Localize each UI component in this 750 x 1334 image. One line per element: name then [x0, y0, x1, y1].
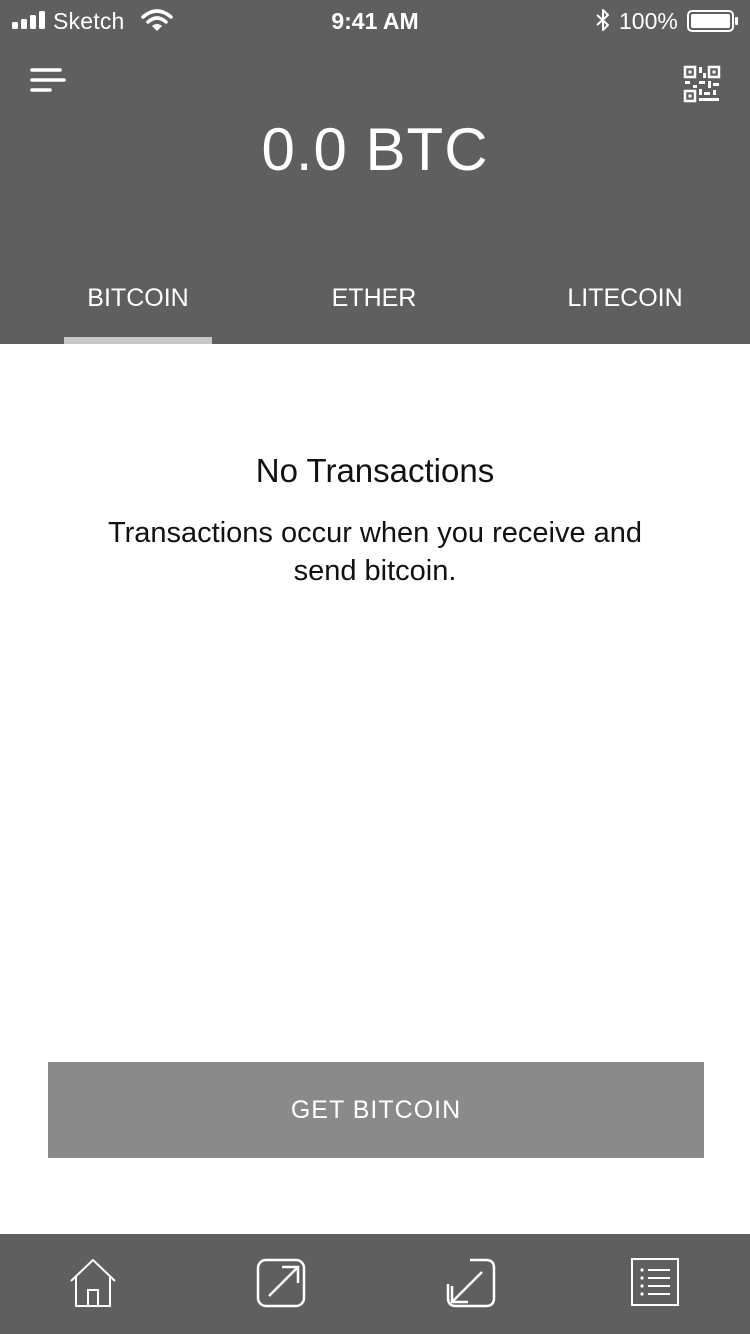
tab-bitcoin[interactable]: BITCOIN [64, 284, 212, 313]
receive-icon[interactable] [442, 1256, 498, 1312]
transactions-list-icon[interactable] [628, 1256, 684, 1312]
battery-percent: 100% [619, 8, 678, 34]
status-bar: Sketch 9:41 AM 100% [0, 0, 750, 40]
bluetooth-icon [596, 9, 609, 31]
send-icon[interactable] [254, 1256, 310, 1312]
balance-amount: 0.0 BTC [261, 116, 489, 183]
empty-state-title: No Transactions [255, 452, 495, 489]
bottom-nav [0, 1234, 750, 1334]
get-bitcoin-button[interactable]: GET BITCOIN [48, 1062, 704, 1158]
tab-ether[interactable]: ETHER [300, 284, 448, 313]
wallet-header: Sketch 9:41 AM 100% 0.0 BTC BITCOIN ETHE… [0, 0, 750, 344]
qr-code-icon[interactable] [682, 64, 722, 104]
menu-icon[interactable] [28, 64, 70, 98]
home-icon[interactable] [65, 1256, 121, 1312]
tab-selected-indicator [64, 337, 212, 344]
battery-icon [687, 10, 738, 32]
empty-state-message: Transactions occur when you receive and … [107, 517, 643, 587]
tab-litecoin[interactable]: LITECOIN [545, 284, 705, 313]
